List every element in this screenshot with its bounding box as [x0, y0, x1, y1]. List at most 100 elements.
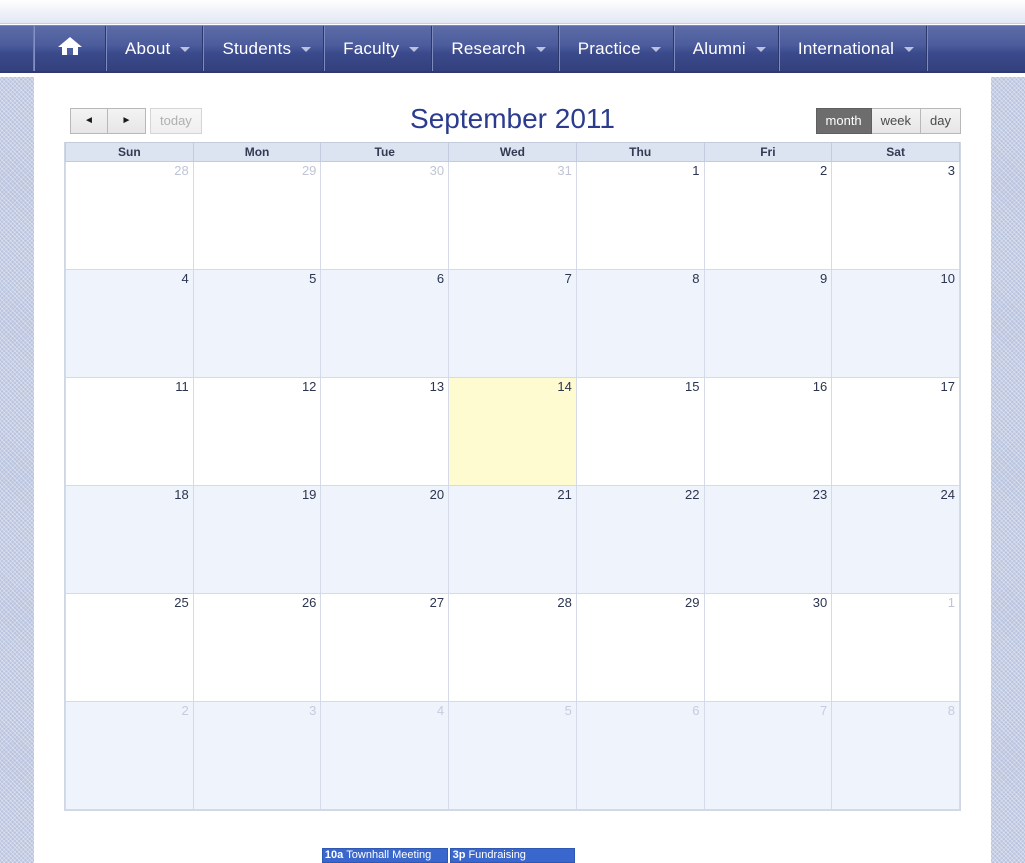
calendar-week-row: 4 5 6 7 8 9 10	[65, 269, 960, 378]
calendar-event[interactable]: 3p Fundraising	[449, 847, 576, 863]
day-number: 5	[309, 271, 317, 286]
calendar-day-cell[interactable]: 18	[65, 485, 194, 594]
nav-item-label: Students	[222, 38, 292, 58]
calendar-day-cell[interactable]: 26	[192, 593, 322, 702]
calendar-day-cell[interactable]: 8	[831, 701, 960, 810]
calendar-content: ◄ ► today September 2011 month week day …	[34, 77, 991, 863]
calendar-day-cell[interactable]: 17	[831, 377, 960, 486]
calendar-day-cell[interactable]: 5	[192, 269, 322, 378]
day-number: 31	[557, 163, 572, 178]
day-number: 11	[175, 379, 189, 394]
day-number: 23	[812, 487, 828, 502]
calendar-day-cell[interactable]: 16	[703, 377, 833, 486]
calendar-day-cell[interactable]: 13	[320, 377, 450, 486]
nav-left-spacer	[0, 26, 34, 71]
calendar-day-cell[interactable]: 10	[831, 269, 960, 378]
calendar-day-cell[interactable]: 22	[575, 485, 705, 594]
day-number: 28	[557, 595, 572, 610]
day-number: 8	[947, 703, 955, 718]
calendar-week-row: 11 12 13 14 15 16 17	[65, 377, 960, 486]
calendar-view-switcher: month week day	[815, 108, 961, 134]
day-number: 19	[301, 487, 317, 502]
nav-item-label: Faculty	[343, 38, 400, 58]
calendar-week-row: 2 3 4 5 6 7 8	[65, 701, 960, 810]
nav-item-international[interactable]: International	[778, 26, 928, 71]
calendar-day-cell[interactable]: 28	[65, 161, 194, 270]
calendar-day-cell[interactable]: 31	[448, 161, 577, 270]
calendar-day-cell[interactable]: 20	[320, 485, 450, 594]
calendar-day-cell[interactable]: 19	[192, 485, 322, 594]
calendar-day-cell[interactable]: 1	[831, 593, 960, 702]
calendar-day-cell[interactable]: 5	[448, 701, 577, 810]
calendar-week-row: 18 19 20 21 22 23 24	[65, 485, 960, 594]
calendar-day-cell[interactable]: 7	[448, 269, 577, 378]
view-month-button[interactable]: month	[815, 108, 872, 134]
calendar-month-grid: Sun Mon Tue Wed Thu Fri Sat 28 29 30 31 1 2 3 4…	[65, 142, 960, 810]
day-number: 9	[819, 271, 828, 286]
calendar-day-cell[interactable]: 23	[703, 485, 833, 594]
calendar-day-cell[interactable]: 24	[831, 485, 960, 594]
calendar-event[interactable]: 10a Townhall Meeting	[321, 847, 448, 863]
calendar-day-cell[interactable]: 15	[575, 377, 705, 486]
calendar-weeks-body: 28 29 30 31 1 2 3 4 5 6 7 8 9 10 11 12 13 14 15 16 17 18 19 20 2…	[65, 161, 960, 810]
calendar-day-cell[interactable]: 2	[703, 161, 833, 270]
calendar-day-header-row: Sun Mon Tue Wed Thu Fri Sat	[65, 142, 960, 162]
calendar-day-cell[interactable]: 9	[703, 269, 833, 378]
calendar-day-cell[interactable]: 2	[65, 701, 194, 810]
day-header-sun: Sun	[65, 142, 194, 162]
nav-home-button[interactable]	[34, 26, 106, 71]
calendar-week-row: 28 29 30 31 1 2 3	[65, 161, 960, 270]
calendar-day-cell[interactable]: 4	[320, 701, 450, 810]
calendar-day-cell[interactable]: 27	[320, 593, 450, 702]
day-number: 29	[685, 595, 700, 610]
calendar-day-cell[interactable]: 30	[703, 593, 833, 702]
day-header-thu: Thu	[575, 142, 705, 162]
nav-right-filler	[927, 26, 1025, 71]
view-week-button[interactable]: week	[871, 108, 922, 134]
event-time: 10a	[324, 848, 344, 861]
calendar-day-cell[interactable]: 3	[192, 701, 322, 810]
chevron-down-icon	[755, 46, 766, 52]
calendar-grid-wrapper: Sun Mon Tue Wed Thu Fri Sat 28 29 30 31 1 2 3 4…	[64, 142, 961, 863]
nav-item-practice[interactable]: Practice	[558, 26, 674, 71]
calendar-day-cell[interactable]: 6	[320, 269, 450, 378]
calendar-day-cell[interactable]: 28	[448, 593, 577, 702]
calendar-day-cell[interactable]: 3	[831, 161, 960, 270]
calendar-day-cell[interactable]: 29	[575, 593, 705, 702]
calendar-day-cell[interactable]: 8	[575, 269, 705, 378]
day-number: 17	[940, 379, 955, 394]
day-number: 1	[692, 163, 700, 178]
calendar-toolbar: ◄ ► today September 2011 month week day	[64, 77, 961, 142]
view-day-button[interactable]: day	[921, 108, 961, 134]
day-number: 29	[301, 163, 317, 178]
calendar-day-cell[interactable]: 12	[192, 377, 322, 486]
nav-item-faculty[interactable]: Faculty	[324, 26, 433, 71]
day-number: 2	[181, 703, 189, 718]
calendar-day-cell[interactable]: 25	[65, 593, 194, 702]
nav-item-students[interactable]: Students	[203, 26, 325, 71]
page-right-edge-texture	[991, 77, 1025, 863]
day-number: 30	[812, 595, 828, 610]
chevron-down-icon	[409, 46, 420, 52]
browser-top-strip	[0, 0, 1025, 24]
calendar-day-cell[interactable]: 6	[575, 701, 705, 810]
nav-item-research[interactable]: Research	[432, 26, 559, 71]
day-number: 7	[819, 703, 828, 718]
day-header-wed: Wed	[448, 142, 577, 162]
nav-item-about[interactable]: About	[106, 26, 204, 71]
calendar-day-cell[interactable]: 11	[65, 377, 194, 486]
calendar-day-cell[interactable]: 29	[192, 161, 322, 270]
calendar-day-cell[interactable]: 30	[320, 161, 450, 270]
calendar-day-cell[interactable]: 14	[448, 377, 577, 486]
nav-item-alumni[interactable]: Alumni	[673, 26, 779, 71]
calendar-day-cell[interactable]: 7	[703, 701, 833, 810]
calendar-day-cell[interactable]: 21	[448, 485, 577, 594]
day-number: 28	[174, 163, 189, 178]
day-number: 8	[692, 271, 700, 286]
chevron-down-icon	[301, 46, 312, 52]
day-number: 5	[564, 703, 572, 718]
calendar-day-cell[interactable]: 4	[65, 269, 194, 378]
calendar-day-cell[interactable]: 1	[575, 161, 705, 270]
day-number: 4	[436, 703, 445, 718]
day-number: 6	[692, 703, 700, 718]
